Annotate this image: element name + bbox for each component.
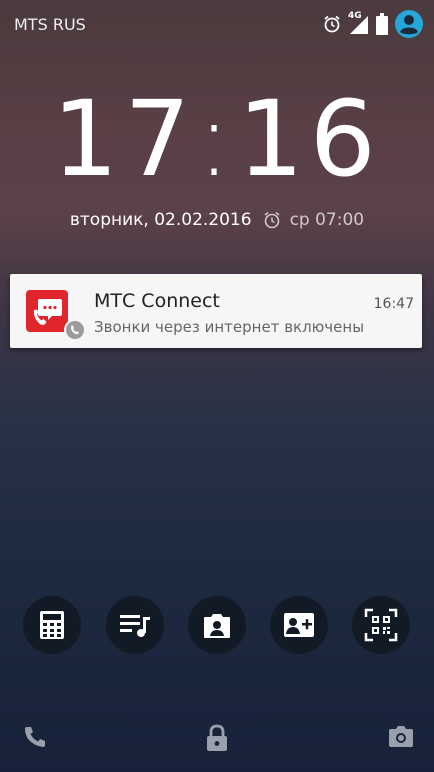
camera-shortcut[interactable] bbox=[388, 724, 414, 752]
add-contact-icon bbox=[284, 613, 314, 637]
calculator-shortcut-button[interactable] bbox=[23, 596, 81, 654]
signal-icon: 4G bbox=[348, 11, 370, 35]
add-contact-shortcut-button[interactable] bbox=[270, 596, 328, 654]
notification-title: МТС Connect bbox=[94, 290, 220, 312]
lock-icon bbox=[207, 724, 227, 751]
mts-connect-app-icon bbox=[26, 290, 68, 332]
calculator-icon bbox=[40, 611, 64, 639]
date-label: вторник, 02.02.2016 bbox=[69, 210, 252, 230]
alarm-icon bbox=[324, 15, 340, 33]
account-icon[interactable] bbox=[394, 9, 424, 39]
alarm-icon bbox=[264, 211, 280, 229]
status-icons: 4G bbox=[322, 9, 424, 39]
qr-scanner-shortcut-button[interactable] bbox=[352, 596, 410, 654]
status-bar: MTS RUS 4G bbox=[0, 0, 434, 48]
date-row: вторник, 02.02.2016 ср 07:00 bbox=[0, 210, 434, 230]
notification-text: Звонки через интернет включены bbox=[94, 318, 365, 336]
network-type-label: 4G bbox=[348, 11, 362, 21]
lockscreen-clock: 17:16 bbox=[52, 78, 382, 200]
unlock-button[interactable] bbox=[205, 724, 229, 756]
call-badge-icon bbox=[64, 319, 86, 341]
notification-time: 16:47 bbox=[373, 296, 414, 312]
camera-icon bbox=[389, 726, 413, 747]
clock-minutes: 16 bbox=[237, 78, 382, 200]
notification-card[interactable]: МТС Connect Звонки через интернет включе… bbox=[10, 274, 422, 348]
battery-icon bbox=[376, 13, 388, 35]
music-playlist-icon bbox=[120, 615, 150, 637]
carrier-label: MTS RUS bbox=[14, 15, 86, 34]
phone-icon bbox=[25, 727, 45, 747]
phone-shortcut[interactable] bbox=[22, 724, 48, 754]
front-camera-shortcut-button[interactable] bbox=[188, 596, 246, 654]
music-shortcut-button[interactable] bbox=[106, 596, 164, 654]
qr-scanner-icon bbox=[364, 608, 398, 642]
camera-front-icon bbox=[204, 614, 230, 638]
clock-hours: 17 bbox=[52, 78, 197, 200]
next-alarm-label: ср 07:00 bbox=[289, 210, 365, 230]
